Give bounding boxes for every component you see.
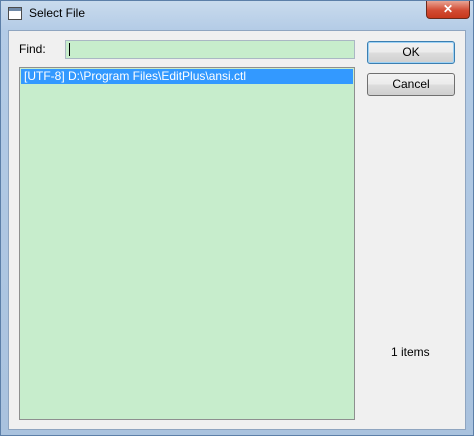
- find-label: Find:: [19, 42, 46, 56]
- items-count: 1 items: [391, 345, 430, 359]
- window-title: Select File: [29, 6, 86, 20]
- file-list[interactable]: [UTF-8] D:\Program Files\EditPlus\ansi.c…: [19, 67, 355, 420]
- title-bar[interactable]: Select File ✕: [1, 1, 473, 27]
- find-input[interactable]: [65, 40, 355, 59]
- close-icon: ✕: [442, 2, 454, 16]
- dialog-body: Find: [UTF-8] D:\Program Files\EditPlus\…: [8, 30, 466, 430]
- text-caret: [69, 43, 70, 56]
- close-button[interactable]: ✕: [426, 1, 470, 19]
- cancel-button[interactable]: Cancel: [367, 73, 455, 96]
- select-file-dialog: Select File ✕ Find: [UTF-8] D:\Program F…: [0, 0, 474, 436]
- ok-button[interactable]: OK: [367, 41, 455, 64]
- list-item-selected[interactable]: [UTF-8] D:\Program Files\EditPlus\ansi.c…: [21, 69, 353, 84]
- window-icon: [8, 7, 22, 20]
